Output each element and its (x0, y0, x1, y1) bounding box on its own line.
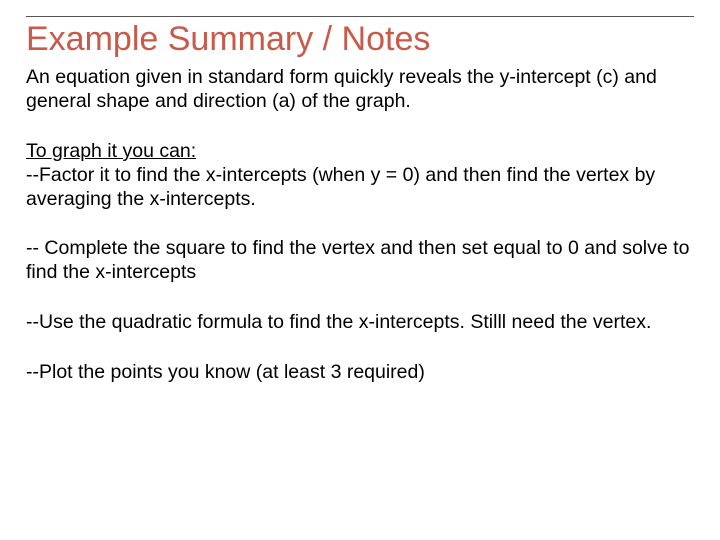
point-4: --Plot the points you know (at least 3 r… (26, 361, 694, 385)
page-title: Example Summary / Notes (26, 21, 694, 58)
graphing-subhead: To graph it you can: (26, 140, 196, 162)
intro-paragraph: An equation given in standard form quick… (26, 66, 694, 114)
point-1: --Factor it to find the x-intercepts (wh… (26, 164, 655, 210)
point-3: --Use the quadratic formula to find the … (26, 311, 694, 335)
title-divider (26, 16, 694, 17)
graphing-block: To graph it you can: --Factor it to find… (26, 140, 694, 211)
point-2: -- Complete the square to find the verte… (26, 237, 694, 285)
graphing-subhead-and-point1: To graph it you can: --Factor it to find… (26, 140, 694, 211)
